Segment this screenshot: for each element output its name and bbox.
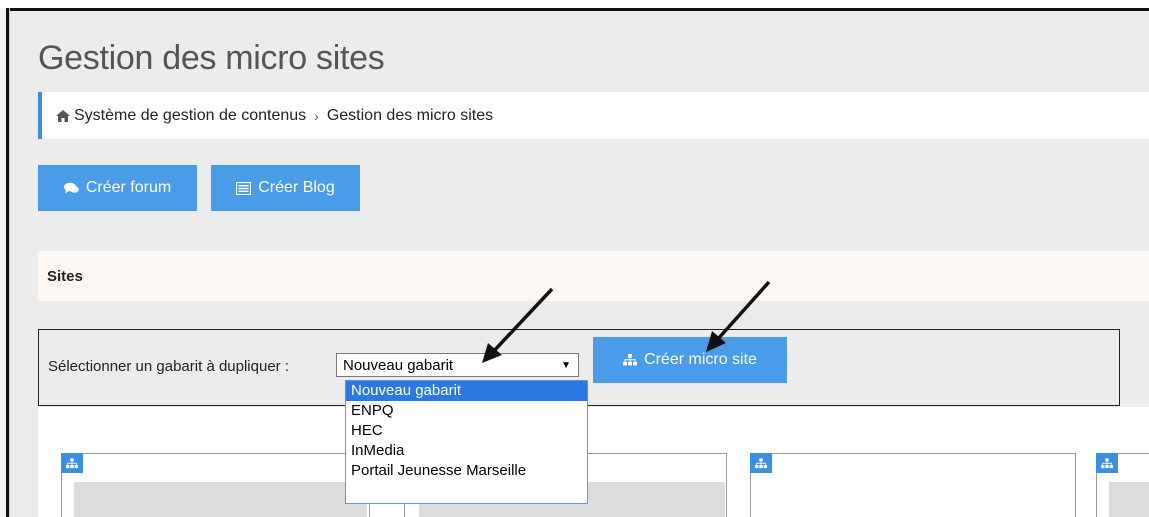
site-card[interactable] (750, 453, 1076, 517)
sites-section-header: Sites (38, 251, 1149, 301)
home-icon[interactable] (56, 109, 70, 122)
dropdown-option-enpq[interactable]: ENPQ (346, 401, 587, 421)
sitemap-icon (1096, 453, 1118, 473)
site-card-thumbnail (74, 482, 367, 517)
list-icon (236, 181, 252, 195)
site-card[interactable] (61, 453, 370, 517)
breadcrumb: Système de gestion de contenus › Gestion… (38, 92, 1149, 139)
main-content: Gestion des micro sites Système de gesti… (10, 11, 1149, 517)
dropdown-option-portail-jeunesse-marseille[interactable]: Portail Jeunesse Marseille (346, 461, 587, 481)
left-border-line (6, 8, 9, 517)
create-forum-button[interactable]: Créer forum (38, 165, 197, 211)
create-forum-label: Créer forum (85, 179, 172, 196)
breadcrumb-item-current: Gestion des micro sites (326, 106, 494, 124)
page-title: Gestion des micro sites (38, 39, 385, 77)
dropdown-option-hec[interactable]: HEC (346, 421, 587, 441)
template-dropdown-list: Nouveau gabarit ENPQ HEC InMedia Portail… (345, 380, 588, 504)
template-select-value: Nouveau gabarit (343, 356, 454, 374)
dropdown-option-inmedia[interactable]: InMedia (346, 441, 587, 461)
breadcrumb-separator: › (314, 107, 319, 124)
comments-icon (63, 182, 79, 194)
breadcrumb-item-cms[interactable]: Système de gestion de contenus (74, 107, 306, 125)
annotation-arrow-icon (706, 280, 771, 352)
sitemap-icon (61, 453, 83, 473)
site-card-thumbnail (1109, 482, 1149, 517)
template-select-label: Sélectionner un gabarit à dupliquer : (48, 358, 289, 375)
sitemap-icon (750, 453, 772, 473)
sitemap-icon (623, 354, 638, 366)
annotation-arrow-icon (482, 287, 554, 363)
create-blog-button[interactable]: Créer Blog (211, 165, 360, 211)
dropdown-option-new-template[interactable]: Nouveau gabarit (346, 381, 587, 401)
site-card[interactable] (1096, 453, 1149, 517)
chevron-down-icon: ▼ (561, 360, 571, 371)
sites-header-label: Sites (47, 267, 83, 285)
create-blog-label: Créer Blog (258, 179, 335, 196)
